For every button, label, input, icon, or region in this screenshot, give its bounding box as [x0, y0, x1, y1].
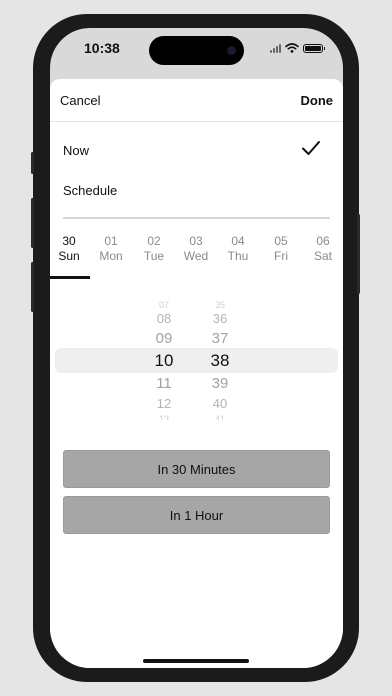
cellular-signal-icon: [270, 43, 281, 53]
hour-option[interactable]: 09: [144, 330, 184, 348]
day-tab-tue[interactable]: 02 Tue: [133, 234, 175, 264]
picker-selection-highlight: [55, 348, 338, 373]
screen: 10:38 Cancel Done Now Schedule 30 Sun 01…: [50, 28, 343, 668]
divider: [63, 217, 330, 219]
day-tab-sat[interactable]: 06 Sat: [302, 234, 343, 264]
cancel-button[interactable]: Cancel: [60, 93, 100, 108]
minute-option-selected[interactable]: 38: [200, 350, 240, 371]
hour-option[interactable]: 12: [144, 396, 184, 412]
minute-option[interactable]: 40: [200, 396, 240, 412]
hour-option[interactable]: 08: [144, 311, 184, 327]
in-30-minutes-button[interactable]: In 30 Minutes: [63, 450, 330, 488]
side-button-power: [357, 214, 360, 294]
selected-day-indicator: [50, 276, 90, 279]
side-button-volume-up: [31, 198, 34, 248]
minute-option[interactable]: 36: [200, 311, 240, 327]
day-tab-fri[interactable]: 05 Fri: [260, 234, 302, 264]
side-button-volume-down: [31, 262, 34, 312]
home-indicator[interactable]: [143, 659, 249, 663]
schedule-sheet: Cancel Done Now Schedule 30 Sun 01 Mon 02 T…: [50, 79, 343, 668]
option-now[interactable]: Now: [63, 143, 89, 158]
day-tab-sun[interactable]: 30 Sun: [50, 234, 90, 264]
minute-option[interactable]: 35: [200, 300, 240, 310]
hour-option[interactable]: 07: [144, 300, 184, 310]
status-time: 10:38: [84, 40, 120, 56]
front-camera: [227, 46, 236, 55]
wifi-icon: [285, 43, 299, 53]
time-picker[interactable]: 07 08 09 10 11 12 13 35 36 37 38 39 40 4…: [50, 297, 343, 427]
day-tab-thu[interactable]: 04 Thu: [217, 234, 259, 264]
minute-option[interactable]: 41: [200, 414, 240, 420]
sheet-nav-bar: Cancel Done: [50, 79, 343, 122]
day-tab-mon[interactable]: 01 Mon: [90, 234, 132, 264]
side-button-action: [31, 152, 34, 174]
dynamic-island: [149, 36, 244, 65]
option-schedule[interactable]: Schedule: [63, 183, 117, 198]
checkmark-icon: [302, 141, 320, 155]
hour-option-selected[interactable]: 10: [144, 350, 184, 371]
done-button[interactable]: Done: [301, 93, 334, 108]
day-tab-wed[interactable]: 03 Wed: [175, 234, 217, 264]
minute-option[interactable]: 37: [200, 330, 240, 348]
in-1-hour-button[interactable]: In 1 Hour: [63, 496, 330, 534]
hour-option[interactable]: 13: [144, 414, 184, 420]
day-selector: 30 Sun 01 Mon 02 Tue 03 Wed 04 Thu 05 Fri 06 Sa…: [50, 234, 343, 274]
battery-icon: [303, 43, 325, 53]
status-icons: [270, 43, 325, 53]
minute-option[interactable]: 39: [200, 375, 240, 393]
hour-option[interactable]: 11: [144, 375, 184, 393]
status-bar: 10:38: [50, 28, 343, 76]
